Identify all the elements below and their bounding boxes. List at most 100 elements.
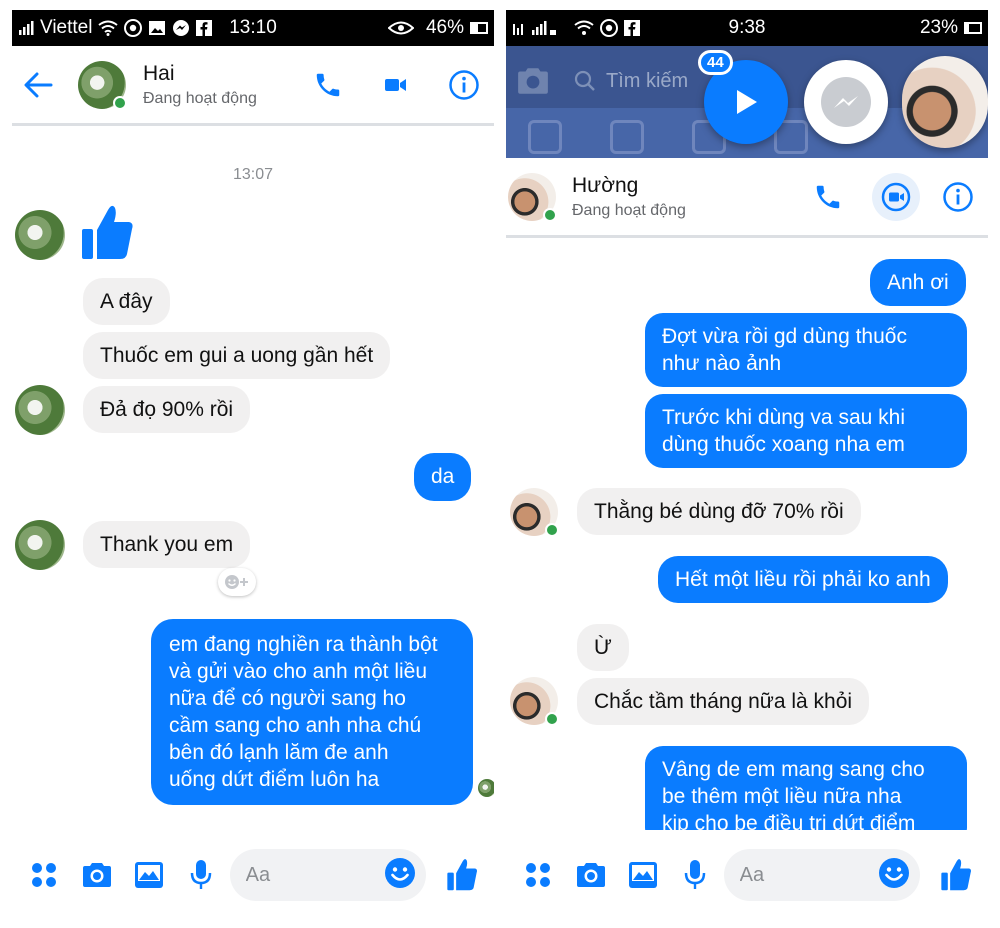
camera-icon <box>576 863 605 887</box>
incoming-message[interactable]: A đây <box>83 278 170 325</box>
more-actions-button[interactable] <box>512 847 564 903</box>
gallery-button[interactable] <box>617 847 669 903</box>
message-input-box[interactable] <box>229 849 426 901</box>
battery-percent: 23% <box>919 17 958 38</box>
info-button[interactable] <box>928 167 988 227</box>
chrome-icon <box>124 19 143 37</box>
info-icon <box>943 181 973 212</box>
notification-badge: 44 <box>698 50 733 75</box>
thumbs-up-icon <box>941 859 971 891</box>
video-camera-icon <box>881 182 911 211</box>
video-call-button[interactable] <box>366 55 426 115</box>
outgoing-message[interactable]: Hết một liều rồi phải ko anh <box>658 556 948 603</box>
outgoing-message[interactable]: em đang nghiền ra thành bột và gửi vào c… <box>151 619 473 805</box>
video-chat-head[interactable]: 44 <box>698 50 788 144</box>
facebook-notification-icon <box>624 20 640 36</box>
contact-info[interactable]: Hường Đang hoạt động <box>572 174 686 220</box>
friends-tab-icon[interactable] <box>610 120 644 154</box>
emoji-button[interactable] <box>878 857 910 894</box>
sender-avatar[interactable] <box>15 210 65 260</box>
apps-grid-icon <box>32 863 57 887</box>
info-icon <box>449 69 479 100</box>
apps-grid-icon <box>526 863 551 887</box>
online-indicator <box>113 95 127 110</box>
status-bar: 9:38 23% <box>506 10 988 46</box>
contact-chat-head[interactable] <box>902 56 988 148</box>
emoji-icon <box>384 857 415 888</box>
camera-icon <box>518 68 548 94</box>
outgoing-message[interactable]: Trước khi dùng va sau khi dùng thuốc xoa… <box>645 394 967 468</box>
seen-indicator-avatar <box>478 779 494 797</box>
incoming-message[interactable]: Chắc tầm tháng nữa là khỏi <box>577 678 870 725</box>
video-call-button[interactable] <box>866 167 926 227</box>
status-bar: Viettel 13:10 46% <box>12 10 494 46</box>
contact-avatar[interactable] <box>508 172 557 222</box>
right-phone-screenshot: 9:38 23% Tìm kiếm 44 Hường Đang hoạt độn… <box>506 10 988 920</box>
battery-percent: 46% <box>425 17 464 38</box>
facebook-notification-icon <box>196 20 213 36</box>
incoming-message[interactable]: Thằng bé dùng đỡ 70% rồi <box>577 488 861 535</box>
contact-avatar[interactable] <box>78 60 127 110</box>
back-arrow-icon <box>24 72 53 97</box>
play-icon <box>737 90 757 114</box>
contact-status: Đang hoạt động <box>143 89 257 107</box>
phone-icon <box>316 73 340 96</box>
sender-avatar[interactable] <box>15 385 65 435</box>
like-button[interactable] <box>436 847 488 903</box>
contact-info[interactable]: Hai Đang hoạt động <box>143 62 257 108</box>
outgoing-message[interactable]: Anh ơi <box>870 259 966 306</box>
incoming-message[interactable]: Thank you em <box>83 521 251 568</box>
gallery-icon <box>629 862 658 888</box>
contact-name: Hường <box>572 173 639 197</box>
carrier-name: Viettel <box>40 17 93 38</box>
emoji-button[interactable] <box>384 857 416 894</box>
video-button-highlight <box>872 172 920 221</box>
message-input-box[interactable] <box>723 849 920 901</box>
voice-call-button[interactable] <box>298 55 358 115</box>
more-actions-button[interactable] <box>18 847 70 903</box>
incoming-message[interactable]: Đả đọ 90% rồi <box>83 386 251 433</box>
message-input[interactable] <box>739 863 878 887</box>
sender-avatar[interactable] <box>510 488 559 537</box>
search-placeholder: Tìm kiếm <box>606 69 689 92</box>
sender-avatar[interactable] <box>510 677 559 726</box>
voice-record-button[interactable] <box>175 847 227 903</box>
news-feed-tab-icon[interactable] <box>528 120 562 154</box>
voice-record-button[interactable] <box>669 847 721 903</box>
back-button[interactable] <box>12 55 64 115</box>
outgoing-message[interactable]: Đợt vừa rồi gd dùng thuốc như nào ảnh <box>645 313 967 387</box>
camera-icon <box>82 863 111 887</box>
incoming-message[interactable]: Ừ <box>577 624 629 671</box>
gallery-button[interactable] <box>123 847 175 903</box>
video-camera-icon <box>385 78 406 91</box>
gallery-notification-icon <box>148 20 166 36</box>
left-phone-screenshot: Viettel 13:10 46% Hai Đang hoạt động 13:… <box>12 10 494 920</box>
signal-icon <box>18 20 34 36</box>
conversation-header: Hường Đang hoạt động <box>506 158 988 238</box>
wifi-icon <box>574 20 594 36</box>
microphone-icon <box>191 860 212 889</box>
search-icon <box>574 70 595 91</box>
messenger-chat-head[interactable] <box>804 60 888 144</box>
sender-avatar[interactable] <box>15 520 65 570</box>
message-composer <box>506 830 988 920</box>
emoji-icon <box>878 857 909 888</box>
info-button[interactable] <box>434 55 494 115</box>
timestamp-label: 13:07 <box>232 166 274 183</box>
thumbs-up-icon <box>447 859 477 891</box>
reaction-add-icon <box>225 575 248 589</box>
messenger-notification-icon <box>172 19 190 37</box>
outgoing-message[interactable]: da <box>414 453 472 501</box>
online-indicator <box>545 712 559 726</box>
phone-icon <box>816 185 840 208</box>
messenger-icon <box>821 77 871 127</box>
add-reaction-button[interactable] <box>218 568 256 596</box>
like-button[interactable] <box>930 847 982 903</box>
chrome-icon <box>600 19 618 37</box>
message-input[interactable] <box>245 863 384 887</box>
camera-button[interactable] <box>564 847 616 903</box>
camera-button[interactable] <box>70 847 122 903</box>
thumbs-up-icon <box>82 205 133 259</box>
incoming-message[interactable]: Thuốc em gui a uong gần hết <box>83 332 391 379</box>
voice-call-button[interactable] <box>798 167 858 227</box>
